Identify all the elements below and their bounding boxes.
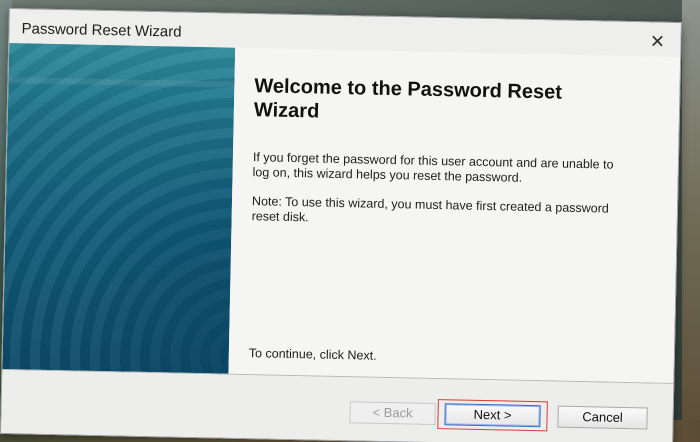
back-button[interactable]: < Back: [349, 401, 436, 426]
next-button[interactable]: Next >: [444, 403, 541, 428]
description-text: If you forget the password for this user…: [252, 150, 614, 185]
desktop-background-right: [682, 0, 700, 442]
continue-instruction: To continue, click Next.: [248, 346, 377, 363]
page-title: Welcome to the Password Reset Wizard: [253, 75, 563, 123]
cancel-button[interactable]: Cancel: [557, 405, 648, 430]
wizard-side-banner: [2, 43, 236, 374]
close-icon[interactable]: ✕: [648, 31, 666, 51]
window-title: Password Reset Wizard: [21, 20, 182, 41]
wizard-window: Password Reset Wizard Welcome to the Pas…: [0, 8, 682, 442]
wizard-content: Welcome to the Password Reset Wizard If …: [228, 47, 681, 383]
note-text: Note: To use this wizard, you must have …: [251, 194, 609, 225]
